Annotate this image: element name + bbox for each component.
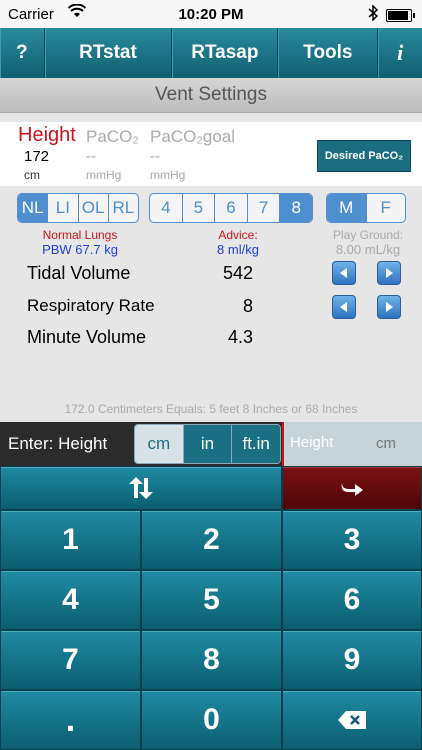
height-label[interactable]: Height — [18, 124, 76, 147]
enter-label: Enter: Height — [8, 434, 108, 453]
minute-volume-label: Minute Volume — [27, 327, 147, 347]
info-button[interactable]: i — [378, 28, 422, 78]
tab-tools[interactable]: Tools — [278, 28, 379, 78]
advice-title: Advice: — [218, 228, 258, 242]
right-arrow-icon — [386, 302, 393, 312]
backspace-icon — [338, 711, 366, 729]
lungs-title: Normal Lungs — [42, 228, 118, 242]
page-title: Vent Settings — [0, 78, 422, 113]
clock: 10:20 PM — [178, 6, 244, 23]
unit-option-cm[interactable]: cm — [135, 425, 184, 463]
entry-placeholder: Height — [290, 434, 334, 451]
paco2-value: -- — [86, 148, 96, 165]
key-1[interactable]: 1 — [0, 510, 141, 570]
ml-option-6[interactable]: 6 — [215, 194, 248, 222]
paco2-goal-value: -- — [150, 148, 160, 165]
sex-selector: MF — [326, 193, 406, 223]
tab-rtasap[interactable]: RTasap — [172, 28, 279, 78]
lung-option-li[interactable]: LI — [48, 194, 79, 222]
enter-arrow-icon — [341, 483, 363, 496]
playground-title: Play Ground: — [332, 228, 404, 242]
help-button[interactable]: ? — [0, 28, 45, 78]
key-2[interactable]: 2 — [141, 510, 282, 570]
minute-volume-value: 4.3 — [227, 327, 253, 347]
respiratory-rate-value: 8 — [242, 296, 253, 316]
ml-option-5[interactable]: 5 — [183, 194, 216, 222]
paco2-goal-label[interactable]: PaCO₂goal — [150, 127, 235, 147]
height-entry-field[interactable]: Height cm — [282, 422, 422, 466]
conversion-text: 172.0 Centimeters Equals: 5 feet 8 Inche… — [64, 402, 358, 416]
lung-option-rl[interactable]: RL — [109, 194, 138, 222]
left-arrow-icon — [340, 302, 347, 312]
sex-option-m[interactable]: M — [327, 194, 367, 222]
key-4[interactable]: 4 — [0, 570, 141, 630]
paco2-unit: mmHg — [86, 168, 122, 182]
left-arrow-icon — [340, 268, 347, 278]
key-8[interactable]: 8 — [141, 630, 282, 690]
paco2-label[interactable]: PaCO₂ — [86, 127, 139, 147]
sex-option-f[interactable]: F — [367, 194, 406, 222]
advice-value: 8 ml/kg — [217, 242, 259, 257]
playground-value: 8.00 mL/kg — [335, 242, 401, 257]
unit-option-in[interactable]: in — [183, 425, 233, 463]
ml-option-8[interactable]: 8 — [280, 194, 312, 222]
pbw-value: PBW 67.7 kg — [42, 242, 118, 257]
enter-button[interactable] — [282, 466, 422, 510]
key-7[interactable]: 7 — [0, 630, 141, 690]
increase-rate-button[interactable] — [377, 295, 401, 319]
height-value: 172 — [24, 148, 50, 165]
nav-bar: ? RTstat RTasap Tools i — [0, 28, 422, 78]
tidal-volume-value: 542 — [222, 263, 253, 283]
battery-icon — [386, 9, 415, 22]
key-decimal[interactable]: . — [0, 690, 141, 750]
lung-option-nl[interactable]: NL — [18, 194, 49, 222]
desired-paco2-button[interactable]: Desired PaCO₂ — [317, 140, 411, 172]
key-9[interactable]: 9 — [282, 630, 422, 690]
key-3[interactable]: 3 — [282, 510, 422, 570]
paco2-goal-unit: mmHg — [150, 168, 186, 182]
tidal-volume-label: Tidal Volume — [27, 263, 131, 283]
right-arrow-icon — [386, 268, 393, 278]
tab-rtstat[interactable]: RTstat — [45, 28, 173, 78]
lung-option-ol[interactable]: OL — [79, 194, 109, 222]
decrease-rate-button[interactable] — [332, 295, 356, 319]
ml-option-4[interactable]: 4 — [150, 194, 183, 222]
decrease-button[interactable] — [332, 261, 356, 285]
unit-option-ft-in[interactable]: ft.in — [232, 425, 280, 463]
backspace-button[interactable] — [282, 690, 422, 750]
respiratory-rate-label: Respiratory Rate — [27, 296, 155, 315]
key-6[interactable]: 6 — [282, 570, 422, 630]
key-5[interactable]: 5 — [141, 570, 282, 630]
bluetooth-icon — [368, 4, 379, 24]
unit-selector: cm in ft.in — [134, 424, 281, 464]
lung-type-selector: NL LI OL RL — [17, 193, 139, 223]
swap-arrows-icon — [129, 477, 153, 499]
height-unit: cm — [24, 168, 40, 182]
increase-button[interactable] — [377, 261, 401, 285]
entry-unit: cm — [376, 435, 396, 452]
status-bar: Carrier 10:20 PM — [0, 0, 422, 28]
key-0[interactable]: 0 — [141, 690, 282, 750]
ml-option-7[interactable]: 7 — [248, 194, 281, 222]
swap-button[interactable] — [0, 466, 282, 510]
ml-per-kg-selector: 45678 — [149, 193, 313, 223]
